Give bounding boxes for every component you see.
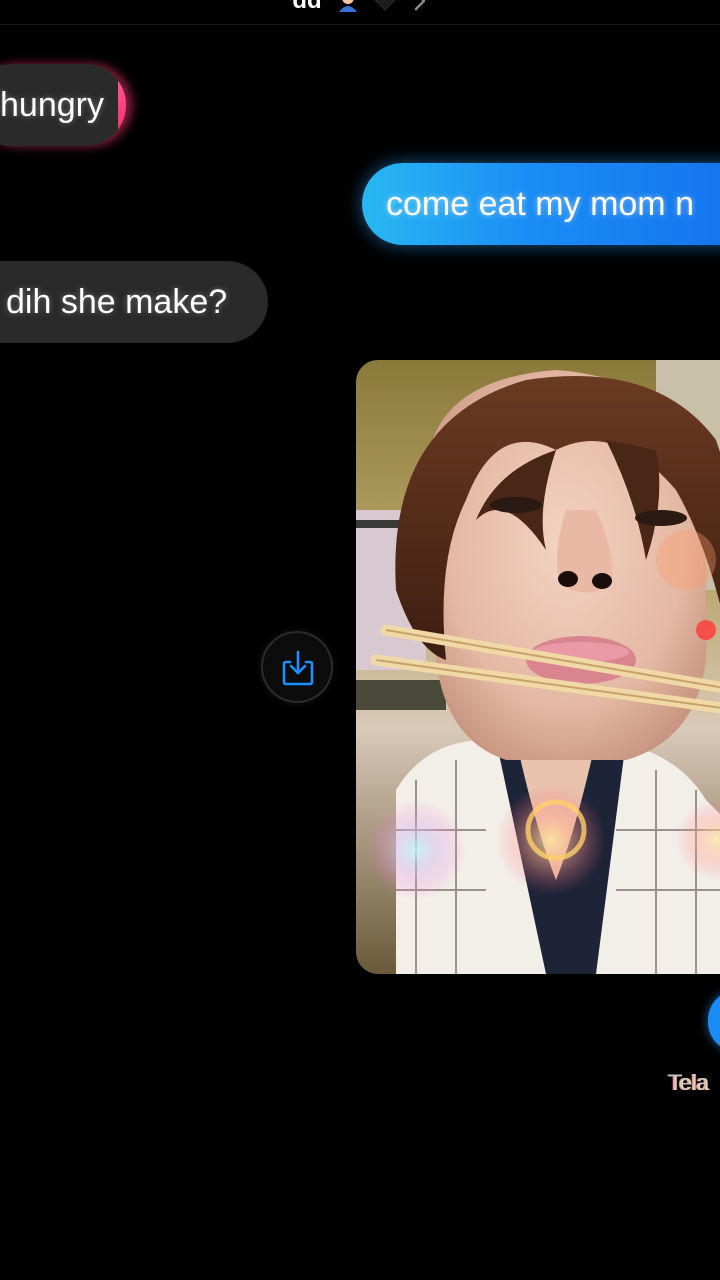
message-status: Tela [668,1070,709,1095]
chat-header[interactable]: dd [0,0,720,22]
message-text: hungry [0,86,104,124]
message-received[interactable]: dih she make? [0,261,268,343]
black-heart-icon [374,0,396,11]
download-icon [282,650,314,686]
save-photo-button[interactable] [261,631,333,703]
selfie-photo [356,360,720,974]
message-sent-partial[interactable] [708,990,720,1052]
message-text: come eat my mom n [386,185,694,223]
message-sent[interactable]: come eat my mom n [362,163,720,245]
person-emoji-icon [339,0,358,12]
chevron-right-icon [414,0,425,10]
photo-message[interactable] [356,360,720,974]
chat-screen: dd hungry come eat my mom n dih she make… [0,0,720,1280]
header-divider [0,24,720,25]
message-text: dih she make? [6,283,228,321]
contact-name: dd [292,0,322,14]
message-received[interactable]: hungry [0,64,126,146]
